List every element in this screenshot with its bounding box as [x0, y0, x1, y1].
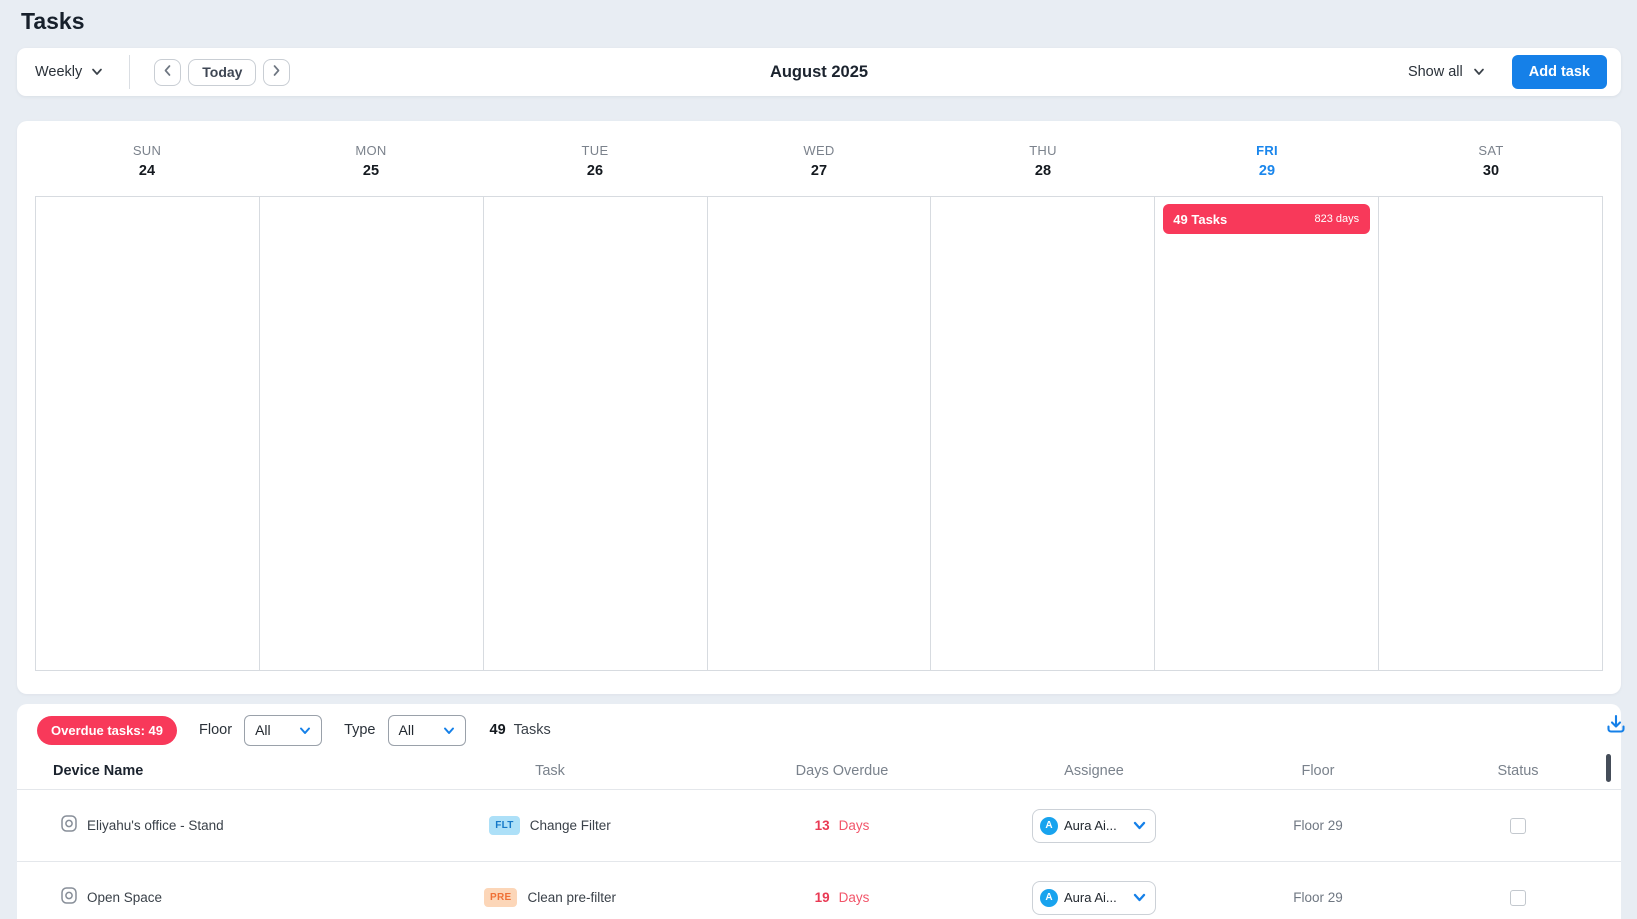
col-header-assignee: Assignee	[1024, 763, 1164, 779]
status-checkbox[interactable]	[1510, 818, 1526, 834]
show-all-label: Show all	[1408, 64, 1463, 80]
day-column-sun[interactable]	[36, 197, 260, 670]
day-header-mon: MON25	[259, 143, 483, 179]
days-overdue-unit: Days	[839, 890, 870, 905]
floor-select-value: All	[255, 722, 271, 738]
day-header-thu: THU28	[931, 143, 1155, 179]
tasks-count-value: 49	[490, 722, 506, 738]
day-header-sat: SAT30	[1379, 143, 1603, 179]
table-header-row: Device Name Task Days Overdue Assignee F…	[17, 752, 1621, 790]
scrollbar-thumb[interactable]	[1606, 754, 1611, 782]
show-all-select[interactable]: Show all	[1408, 64, 1485, 80]
chevron-right-icon	[272, 64, 281, 80]
chevron-down-icon	[299, 722, 311, 738]
floor-filter-label: Floor	[199, 722, 232, 738]
download-button[interactable]	[1601, 711, 1631, 741]
col-header-days-overdue: Days Overdue	[660, 763, 1024, 779]
assignee-avatar: A	[1040, 889, 1058, 907]
week-grid: 49 Tasks 823 days	[35, 196, 1603, 671]
day-column-fri[interactable]: 49 Tasks 823 days	[1155, 197, 1379, 670]
device-name: Eliyahu's office - Stand	[87, 818, 224, 833]
table-row: Eliyahu's office - Stand FLT Change Filt…	[17, 790, 1621, 862]
device-icon	[61, 815, 77, 837]
day-header-fri-active: FRI29	[1155, 143, 1379, 179]
overdue-count-pill: Overdue tasks: 49	[37, 716, 177, 745]
type-filter-label: Type	[344, 722, 375, 738]
day-column-mon[interactable]	[260, 197, 484, 670]
tasks-count-label: Tasks	[514, 722, 551, 738]
col-header-floor: Floor	[1164, 763, 1472, 779]
day-column-thu[interactable]	[931, 197, 1155, 670]
download-icon	[1604, 712, 1628, 741]
assignee-name: Aura Ai...	[1064, 818, 1127, 833]
chevron-down-icon	[1133, 817, 1146, 835]
day-headers: SUN24 MON25 TUE26 WED27 THU28 FRI29 SAT3…	[35, 143, 1603, 179]
view-mode-label: Weekly	[35, 64, 82, 80]
floor-value: Floor 29	[1293, 818, 1343, 833]
filter-row: Overdue tasks: 49 Floor All Type All 49 …	[37, 713, 1621, 747]
day-column-sat[interactable]	[1379, 197, 1603, 670]
calendar-toolbar: Weekly Today August 2025 Show all Add ta…	[17, 48, 1621, 96]
floor-select[interactable]: All	[244, 715, 322, 746]
page-title: Tasks	[21, 8, 85, 35]
calendar-week-view: SUN24 MON25 TUE26 WED27 THU28 FRI29 SAT3…	[17, 121, 1621, 694]
task-name: Clean pre-filter	[527, 890, 616, 905]
assignee-name: Aura Ai...	[1064, 890, 1127, 905]
table-row: Open Space PRE Clean pre-filter 19 Days …	[17, 862, 1621, 919]
day-column-tue[interactable]	[484, 197, 708, 670]
badge-days-overdue: 823 days	[1315, 213, 1360, 225]
type-select[interactable]: All	[388, 715, 466, 746]
day-header-tue: TUE26	[483, 143, 707, 179]
overdue-tasks-badge[interactable]: 49 Tasks 823 days	[1163, 204, 1370, 234]
day-header-sun: SUN24	[35, 143, 259, 179]
days-overdue-value: 13	[815, 818, 830, 833]
type-select-value: All	[399, 722, 415, 738]
assignee-avatar: A	[1040, 817, 1058, 835]
days-overdue-value: 19	[815, 890, 830, 905]
days-overdue-unit: Days	[839, 818, 870, 833]
badge-task-count: 49 Tasks	[1173, 212, 1227, 227]
prev-week-button[interactable]	[154, 59, 181, 86]
chevron-down-icon	[1473, 64, 1485, 80]
toolbar-divider	[129, 55, 130, 89]
device-name: Open Space	[87, 890, 162, 905]
day-column-wed[interactable]	[708, 197, 932, 670]
task-name: Change Filter	[530, 818, 611, 833]
chevron-down-icon	[443, 722, 455, 738]
chevron-down-icon	[91, 64, 103, 80]
day-header-wed: WED27	[707, 143, 931, 179]
today-button[interactable]: Today	[188, 59, 256, 86]
assignee-select[interactable]: A Aura Ai...	[1032, 881, 1156, 915]
col-header-task: Task	[440, 763, 660, 779]
assignee-select[interactable]: A Aura Ai...	[1032, 809, 1156, 843]
task-type-tag: FLT	[489, 816, 519, 835]
floor-value: Floor 29	[1293, 890, 1343, 905]
view-mode-select[interactable]: Weekly	[35, 64, 103, 80]
status-checkbox[interactable]	[1510, 890, 1526, 906]
next-week-button[interactable]	[263, 59, 290, 86]
col-header-device-name: Device Name	[17, 763, 440, 779]
tasks-table-section: Overdue tasks: 49 Floor All Type All 49 …	[17, 704, 1621, 919]
add-task-button[interactable]: Add task	[1512, 55, 1607, 89]
chevron-left-icon	[163, 64, 172, 80]
chevron-down-icon	[1133, 889, 1146, 907]
col-header-status: Status	[1472, 763, 1564, 779]
device-icon	[61, 887, 77, 909]
task-type-tag: PRE	[484, 888, 517, 907]
